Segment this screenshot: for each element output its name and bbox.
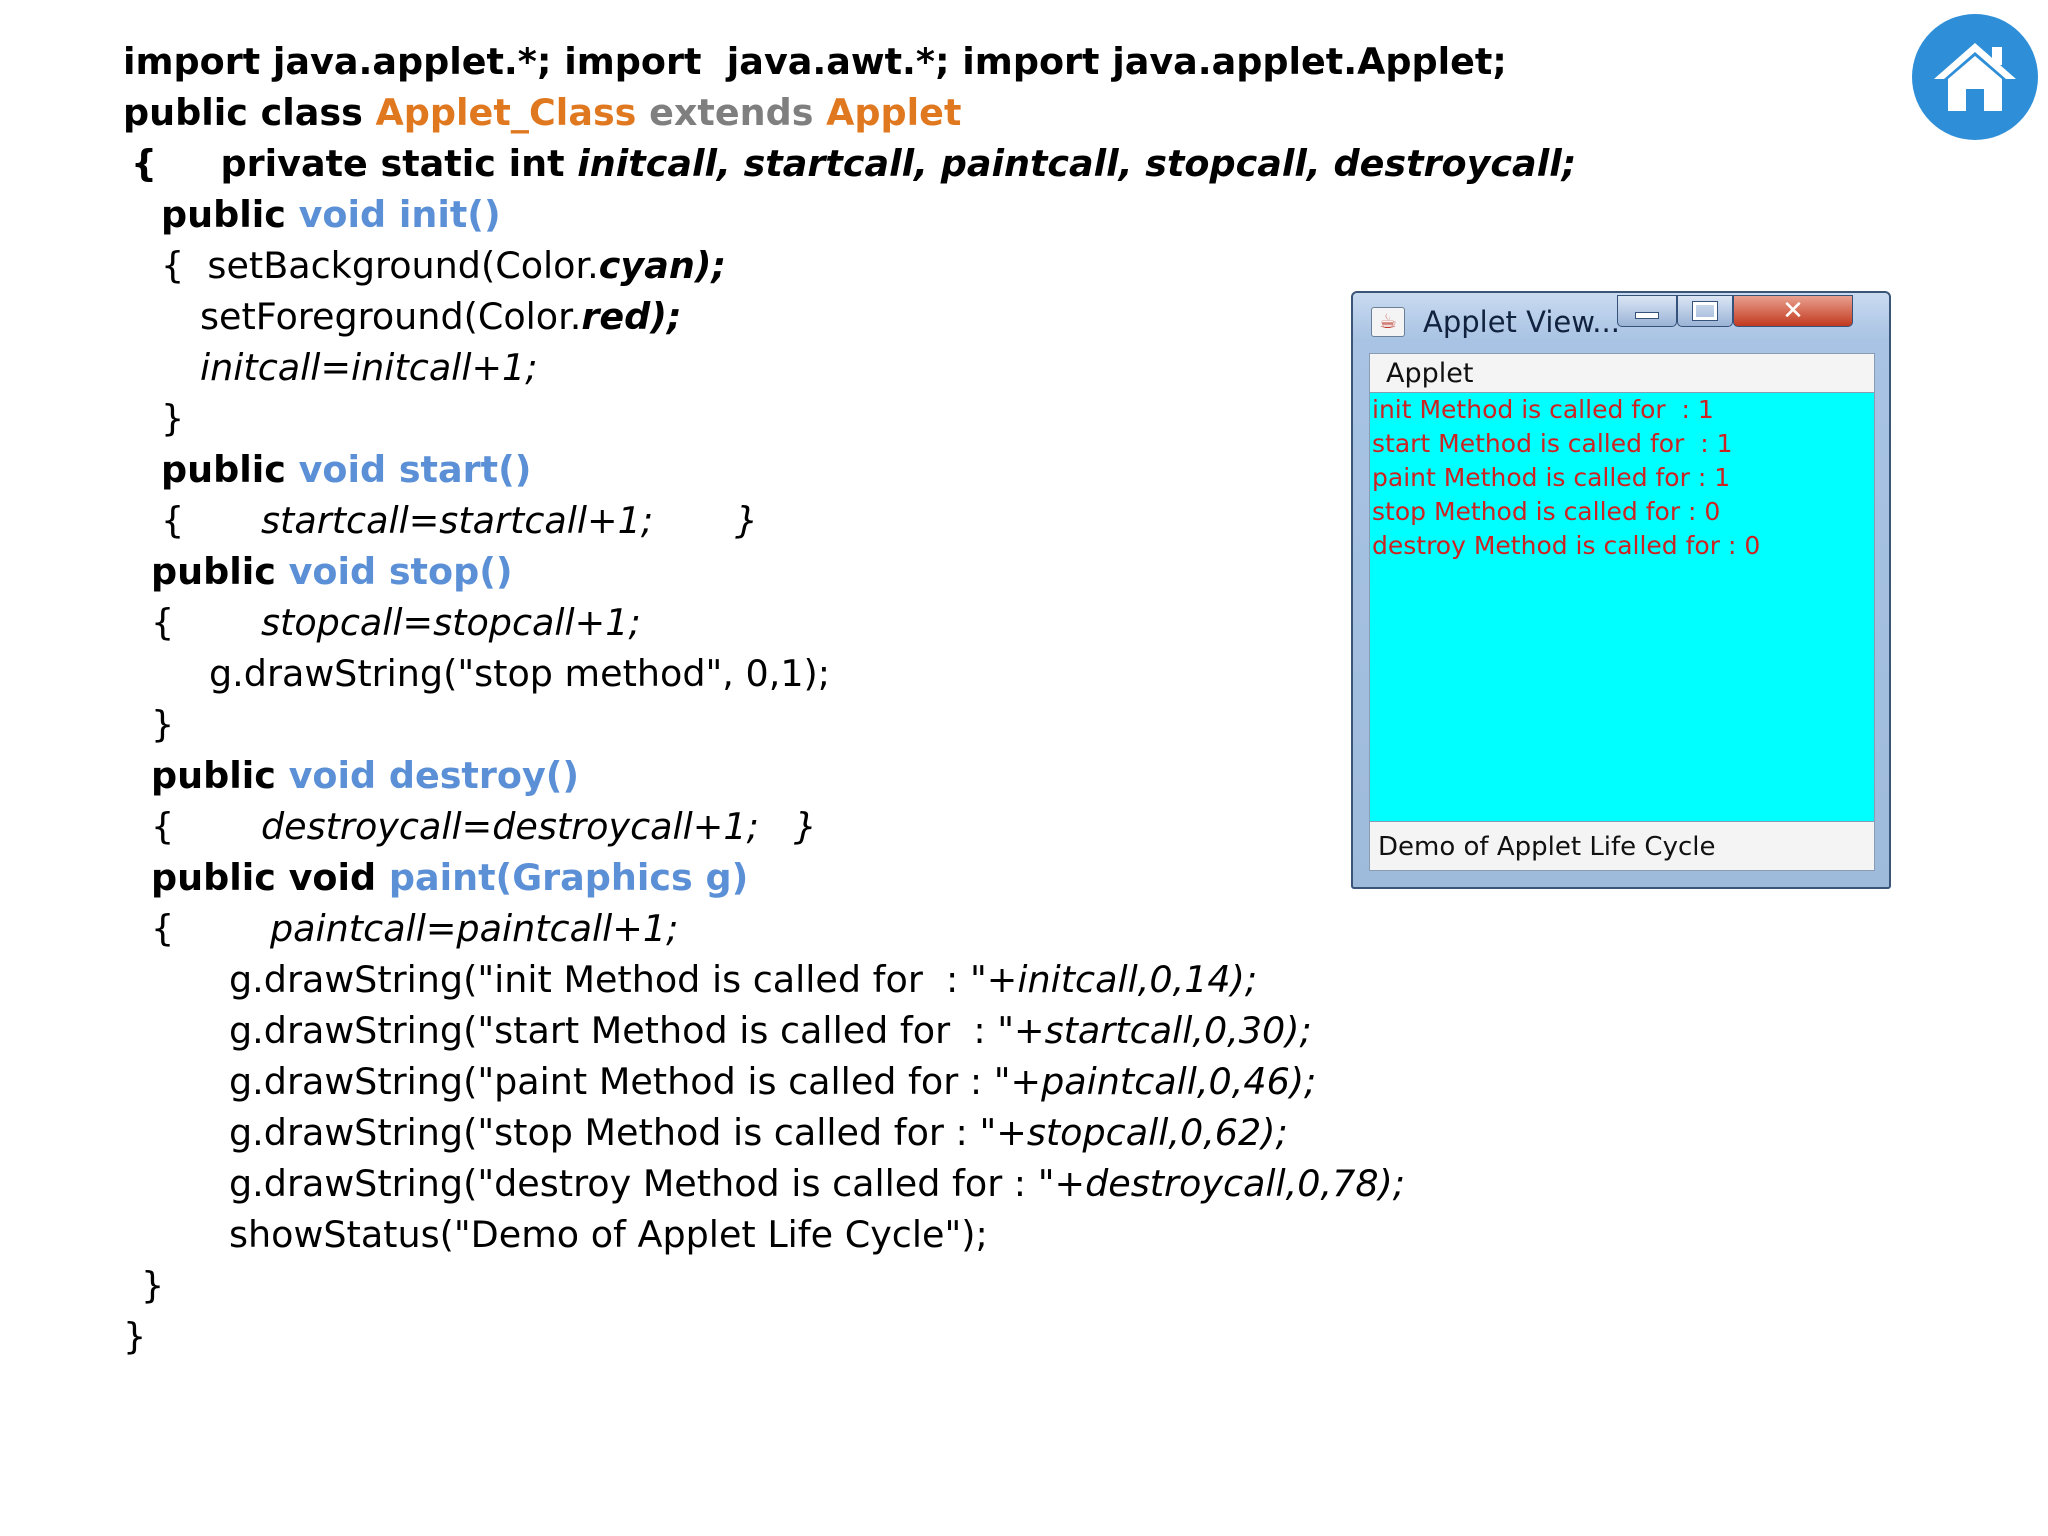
minimize-icon — [1635, 311, 1659, 319]
field-modifiers-text: { private static int — [131, 142, 578, 185]
method-sig-text: void start() — [298, 448, 532, 491]
code-line-initcall: initcall=initcall+1; — [200, 346, 538, 389]
code-text: g.drawString("start Method is called for… — [229, 1009, 1045, 1052]
code-line-startcall: startcall=startcall+1; — [261, 499, 654, 542]
maximize-icon — [1692, 301, 1718, 321]
applet-viewer-window: ☕ Applet View... ✕ Applet init Method is… — [1351, 291, 1891, 889]
method-sig-text: void init() — [298, 193, 501, 236]
close-icon: ✕ — [1782, 296, 1804, 326]
code-line-class-decl: public class Applet_Class extends Applet — [123, 87, 961, 138]
keyword-text: public — [161, 193, 299, 236]
code-text: g.drawString("destroy Method is called f… — [229, 1162, 1086, 1205]
code-line-brace: } — [141, 1264, 165, 1307]
code-line-start-body-open: { — [161, 499, 185, 542]
output-init-line: init Method is called for : 1 — [1372, 395, 1714, 424]
code-line-imports: import java.applet.*; import java.awt.*;… — [123, 40, 1507, 83]
method-sig-text: void stop() — [288, 550, 513, 593]
code-var-text: stopcall,0,62); — [1026, 1111, 1288, 1154]
menu-applet[interactable]: Applet — [1386, 358, 1473, 389]
applet-canvas: init Method is called for : 1 start Meth… — [1369, 393, 1875, 821]
code-line-brace: } — [151, 703, 175, 746]
code-line-draw-start: g.drawString("start Method is called for… — [229, 1005, 1312, 1056]
code-line-draw-paint: g.drawString("paint Method is called for… — [229, 1056, 1316, 1107]
window-title: Applet View... — [1423, 305, 1620, 339]
window-titlebar[interactable]: ☕ Applet View... ✕ — [1353, 293, 1889, 347]
code-line-destroy-body-open: { — [151, 805, 175, 848]
output-paint-line: paint Method is called for : 1 — [1372, 463, 1731, 492]
code-line-start-body-close: } — [735, 499, 759, 542]
keyword-text: public — [151, 754, 289, 797]
method-sig-text: paint(Graphics g) — [388, 856, 749, 899]
field-names-text: initcall, startcall, paintcall, stopcall… — [577, 142, 1577, 185]
code-text: g.drawString("stop Method is called for … — [229, 1111, 1027, 1154]
code-line-brace: } — [123, 1315, 147, 1358]
code-line-fields: { private static int initcall, startcall… — [131, 138, 1576, 189]
output-stop-line: stop Method is called for : 0 — [1372, 497, 1721, 526]
extends-text: extends — [636, 91, 827, 134]
minimize-button[interactable] — [1617, 295, 1677, 327]
code-line-brace: } — [161, 397, 185, 440]
keyword-text: public — [161, 448, 299, 491]
code-emph-text: red); — [581, 295, 682, 338]
code-line-start-decl: public void start() — [161, 444, 531, 495]
code-line-set-background: { setBackground(Color.cyan); — [161, 240, 726, 291]
status-text: Demo of Applet Life Cycle — [1378, 832, 1716, 862]
code-text: g.drawString("paint Method is called for… — [229, 1060, 1042, 1103]
code-line-init-decl: public void init() — [161, 189, 501, 240]
output-destroy-line: destroy Method is called for : 0 — [1372, 531, 1761, 560]
status-bar: Demo of Applet Life Cycle — [1369, 821, 1875, 871]
code-line-destroycall: destroycall=destroycall+1; } — [261, 805, 817, 848]
code-var-text: initcall,0,14); — [1017, 958, 1258, 1001]
code-line-paintcall: paintcall=paintcall+1; — [270, 907, 679, 950]
menu-bar: Applet — [1369, 353, 1875, 393]
code-line-stop-decl: public void stop() — [151, 546, 513, 597]
output-start-line: start Method is called for : 1 — [1372, 429, 1733, 458]
code-text: g.drawString("init Method is called for … — [229, 958, 1018, 1001]
code-text: { setBackground(Color. — [161, 244, 599, 287]
java-cup-icon: ☕ — [1371, 307, 1405, 337]
code-line-paint-body-open: { — [151, 907, 175, 950]
code-line-draw-destroy: g.drawString("destroy Method is called f… — [229, 1158, 1405, 1209]
home-button[interactable] — [1912, 14, 2038, 140]
code-line-stop-body-open: { — [151, 601, 175, 644]
home-icon — [1934, 43, 2016, 111]
code-line-stopcall: stopcall=stopcall+1; — [261, 601, 641, 644]
code-var-text: destroycall,0,78); — [1085, 1162, 1406, 1205]
code-line-draw-init: g.drawString("init Method is called for … — [229, 954, 1257, 1005]
code-line-draw-stop-count: g.drawString("stop Method is called for … — [229, 1107, 1288, 1158]
close-button[interactable]: ✕ — [1733, 295, 1853, 327]
code-line-show-status: showStatus("Demo of Applet Life Cycle"); — [229, 1213, 988, 1256]
class-name-text: Applet_Class — [375, 91, 637, 134]
code-var-text: startcall,0,30); — [1044, 1009, 1312, 1052]
code-text: setForeground(Color. — [200, 295, 582, 338]
code-line-set-foreground: setForeground(Color.red); — [200, 291, 682, 342]
code-line-destroy-decl: public void destroy() — [151, 750, 579, 801]
code-var-text: paintcall,0,46); — [1041, 1060, 1317, 1103]
code-emph-text: cyan); — [598, 244, 727, 287]
code-line-paint-decl: public void paint(Graphics g) — [151, 852, 748, 903]
keyword-text: public class — [123, 91, 376, 134]
maximize-button[interactable] — [1677, 295, 1733, 327]
superclass-text: Applet — [826, 91, 962, 134]
method-sig-text: void destroy() — [288, 754, 580, 797]
keyword-text: public void — [151, 856, 389, 899]
code-line-draw-stop: g.drawString("stop method", 0,1); — [209, 652, 831, 695]
keyword-text: public — [151, 550, 289, 593]
